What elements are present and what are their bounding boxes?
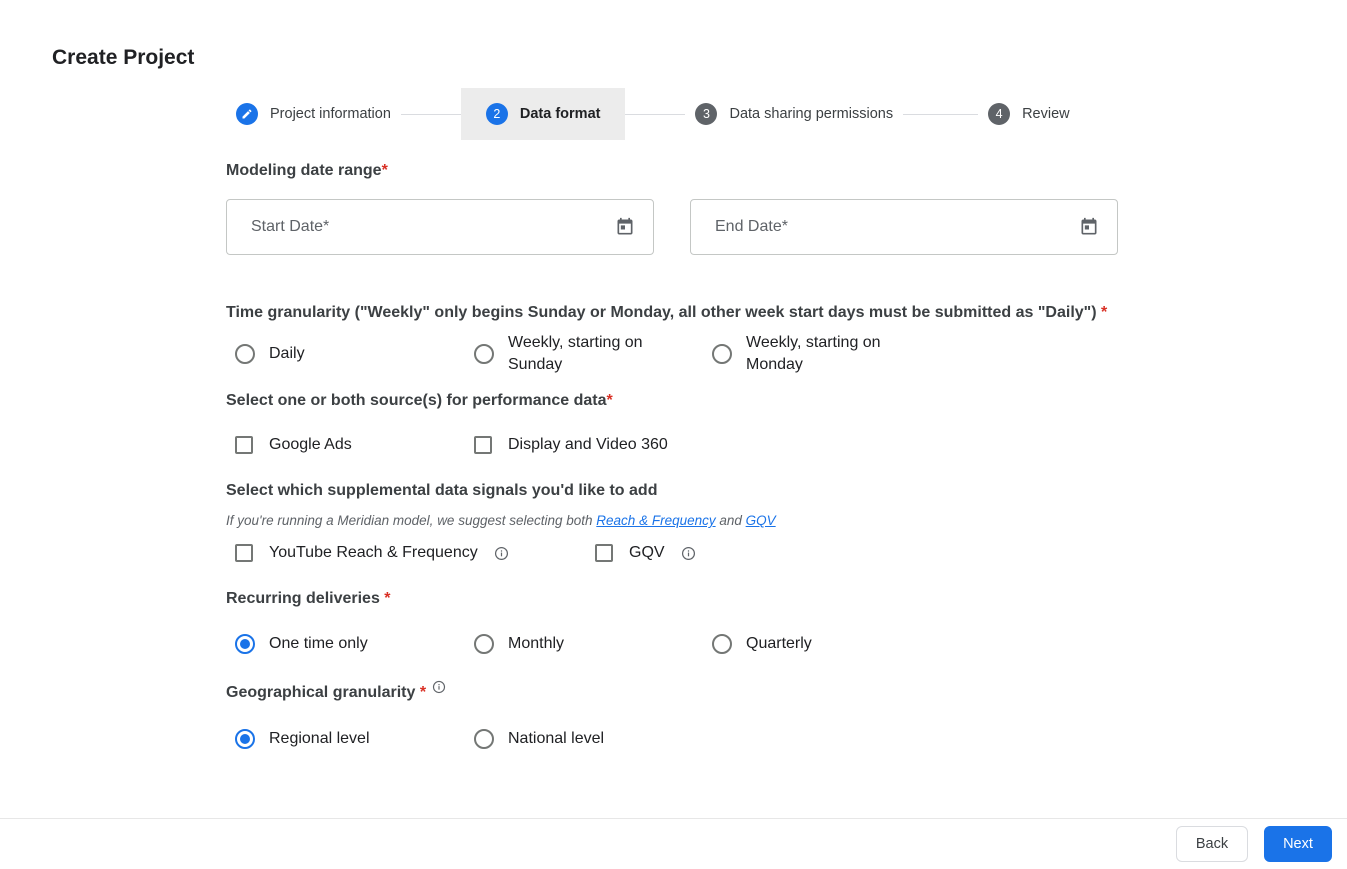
radio-icon — [712, 634, 732, 654]
supplemental-signals-label: Select which supplemental data signals y… — [226, 477, 1126, 504]
info-icon[interactable] — [494, 546, 509, 561]
step-label: Data sharing permissions — [729, 106, 893, 122]
supplemental-signals-options: YouTube Reach & Frequency GQV — [226, 544, 1126, 562]
radio-icon — [712, 344, 732, 364]
time-granularity-options: Daily Weekly, starting on Sunday Weekly,… — [226, 332, 1126, 376]
radio-icon — [474, 344, 494, 364]
geographical-granularity-label: Geographical granularity * — [226, 679, 1126, 706]
recurring-deliveries-options: One time only Monthly Quarterly — [226, 634, 1126, 654]
performance-sources-label: Select one or both source(s) for perform… — [226, 387, 1126, 414]
radio-daily[interactable]: Daily — [235, 332, 474, 376]
calendar-icon[interactable] — [1079, 217, 1099, 237]
step-data-format[interactable]: 2 Data format — [461, 88, 626, 140]
step-label: Project information — [270, 106, 391, 122]
checkbox-display-video-360[interactable]: Display and Video 360 — [474, 436, 668, 454]
step-connector — [401, 114, 461, 115]
radio-quarterly[interactable]: Quarterly — [712, 634, 812, 654]
date-range-row — [226, 199, 1126, 255]
checkbox-youtube-reach-frequency[interactable]: YouTube Reach & Frequency — [235, 544, 595, 562]
end-date-field[interactable] — [690, 199, 1118, 255]
radio-weekly-monday[interactable]: Weekly, starting on Monday — [712, 332, 906, 376]
checkbox-google-ads[interactable]: Google Ads — [235, 436, 474, 454]
checkbox-icon — [235, 544, 253, 562]
footer-action-bar: Back Next — [0, 818, 1347, 869]
modeling-date-range-label: Modeling date range* — [226, 157, 1126, 184]
start-date-input[interactable] — [251, 218, 615, 236]
required-asterisk: * — [607, 392, 613, 409]
end-date-input[interactable] — [715, 218, 1079, 236]
step-label: Review — [1022, 106, 1070, 122]
step-project-information[interactable]: Project information — [226, 88, 401, 140]
radio-weekly-sunday[interactable]: Weekly, starting on Sunday — [474, 332, 712, 376]
radio-icon — [235, 344, 255, 364]
required-asterisk: * — [382, 162, 388, 179]
time-granularity-label: Time granularity ("Weekly" only begins S… — [226, 299, 1118, 326]
radio-icon-selected — [235, 729, 255, 749]
edit-icon — [236, 103, 258, 125]
meridian-note: If you're running a Meridian model, we s… — [226, 513, 1126, 528]
back-button[interactable]: Back — [1176, 826, 1248, 862]
radio-icon — [474, 634, 494, 654]
checkbox-icon — [474, 436, 492, 454]
recurring-deliveries-label: Recurring deliveries * — [226, 585, 1126, 612]
start-date-field[interactable] — [226, 199, 654, 255]
radio-monthly[interactable]: Monthly — [474, 634, 712, 654]
info-icon[interactable] — [432, 680, 447, 695]
gqv-link[interactable]: GQV — [746, 513, 776, 528]
next-button[interactable]: Next — [1264, 826, 1332, 862]
data-format-form: Modeling date range* Time granularity ("… — [226, 150, 1126, 749]
radio-one-time-only[interactable]: One time only — [235, 634, 474, 654]
performance-sources-options: Google Ads Display and Video 360 — [226, 436, 1126, 454]
step-number-badge: 3 — [695, 103, 717, 125]
step-connector — [903, 114, 978, 115]
calendar-icon[interactable] — [615, 217, 635, 237]
step-number-badge: 4 — [988, 103, 1010, 125]
info-icon[interactable] — [681, 546, 696, 561]
radio-icon — [474, 729, 494, 749]
radio-national-level[interactable]: National level — [474, 729, 604, 749]
required-asterisk: * — [420, 684, 426, 701]
reach-frequency-link[interactable]: Reach & Frequency — [596, 513, 715, 528]
checkbox-gqv[interactable]: GQV — [595, 544, 696, 562]
step-review[interactable]: 4 Review — [978, 88, 1080, 140]
step-number-badge: 2 — [486, 103, 508, 125]
required-asterisk: * — [1101, 304, 1107, 321]
checkbox-icon — [235, 436, 253, 454]
required-asterisk: * — [384, 590, 390, 607]
stepper: Project information 2 Data format 3 Data… — [226, 88, 1080, 140]
radio-regional-level[interactable]: Regional level — [235, 729, 474, 749]
step-data-sharing-permissions[interactable]: 3 Data sharing permissions — [685, 88, 903, 140]
geographical-granularity-options: Regional level National level — [226, 729, 1126, 749]
page-title: Create Project — [52, 46, 194, 70]
radio-icon-selected — [235, 634, 255, 654]
step-connector — [625, 114, 685, 115]
checkbox-icon — [595, 544, 613, 562]
step-label: Data format — [520, 106, 601, 122]
